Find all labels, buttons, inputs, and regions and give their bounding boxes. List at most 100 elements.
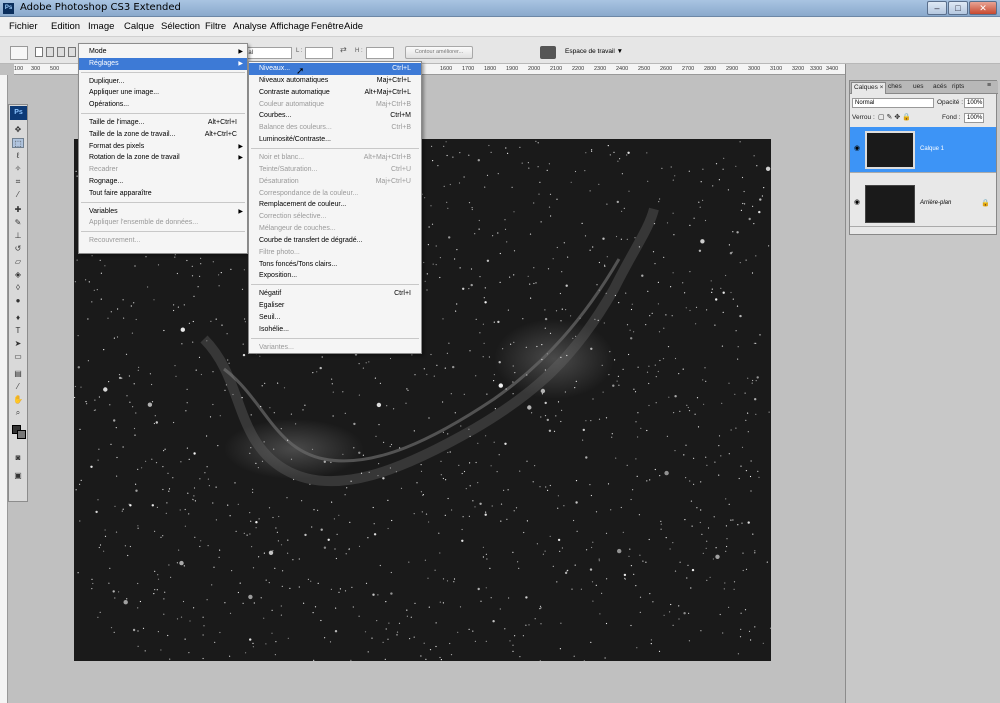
eye-icon[interactable]: ◉ (854, 144, 860, 152)
adjustments-menu-item[interactable]: Courbe de transfert de dégradé... (249, 235, 421, 247)
workspace-icon[interactable] (540, 46, 556, 59)
dodge-tool-icon[interactable]: ● (12, 296, 24, 306)
new-selection-icon[interactable] (35, 47, 43, 57)
layer-row-arriere-plan[interactable]: ◉ Arrière-plan 🔒 (850, 181, 996, 227)
adjustments-menu-item[interactable]: Niveaux... Ctrl+L (249, 63, 421, 75)
ruler-tick: 2200 (572, 66, 585, 72)
eye-icon[interactable]: ◉ (854, 198, 860, 206)
crop-tool-icon[interactable]: ⌗ (12, 177, 24, 187)
menu-edition[interactable]: Edition (51, 21, 80, 32)
pen-tool-icon[interactable]: ♦ (12, 313, 24, 323)
style-select[interactable]: nal (242, 47, 292, 59)
tab-scripts[interactable]: ripts (952, 83, 964, 90)
eyedropper-icon[interactable]: ⁄ (12, 190, 24, 200)
image-menu-item[interactable]: Appliquer une image... (79, 87, 247, 99)
adjustments-menu-item[interactable]: Luminosité/Contraste... (249, 134, 421, 146)
workspace-menu[interactable]: Espace de travail ▼ (565, 48, 623, 55)
history-brush-icon[interactable]: ↺ (12, 244, 24, 254)
tab-traces[interactable]: acés (933, 83, 947, 90)
magic-wand-icon[interactable]: ✧ (12, 164, 24, 174)
image-menu-item[interactable]: Réglages ▶ (79, 57, 247, 70)
image-menu-item[interactable]: Dupliquer... (79, 76, 247, 88)
layer-thumbnail (865, 185, 915, 223)
ruler-tick: 3200 (792, 66, 805, 72)
move-tool-icon[interactable]: ✥ (12, 125, 24, 135)
adjustments-menu-item[interactable]: Négatif Ctrl+I (249, 288, 421, 300)
menu-image[interactable]: Image (88, 21, 114, 32)
adjustments-menu-item-label: Correction sélective... (259, 213, 327, 221)
image-menu-item[interactable]: Rognage... (79, 176, 247, 188)
adjustments-menu-item[interactable]: Isohélie... (249, 324, 421, 336)
blur-tool-icon[interactable]: ◊ (12, 283, 24, 293)
eyedropper-2-icon[interactable]: ⁄ (12, 382, 24, 392)
blend-mode-select[interactable]: Normal (852, 98, 934, 108)
subtract-selection-icon[interactable] (57, 47, 65, 57)
paint-bucket-icon[interactable]: ◈ (12, 270, 24, 280)
quick-mask-icon[interactable]: ◙ (12, 453, 24, 463)
shape-tool-icon[interactable]: ▭ (12, 352, 24, 362)
refine-edge-button[interactable]: Contour améliorer... (405, 46, 473, 59)
menu-fichier[interactable]: Fichier (9, 21, 38, 32)
image-menu-item[interactable]: Rotation de la zone de travail ▶ (79, 152, 247, 164)
path-selection-icon[interactable]: ➤ (12, 339, 24, 349)
adjustments-menu-item-shortcut: Maj+Ctrl+B (375, 100, 411, 108)
adjustments-menu-item[interactable]: Contraste automatique Alt+Maj+Ctrl+L (249, 87, 421, 99)
menu-selection[interactable]: Sélection (161, 21, 200, 32)
eraser-tool-icon[interactable]: ▱ (12, 257, 24, 267)
add-selection-icon[interactable] (46, 47, 54, 57)
adjustments-menu-item[interactable]: Niveaux automatiques Maj+Ctrl+L (249, 75, 421, 87)
image-menu-item-label: Rotation de la zone de travail (89, 154, 180, 162)
adjustments-menu-item[interactable]: Egaliser (249, 300, 421, 312)
menu-affichage[interactable]: Affichage (270, 21, 309, 32)
marquee-tool-icon[interactable]: ⬚ (12, 138, 24, 148)
background-color-swatch[interactable] (17, 430, 26, 439)
minimize-button[interactable]: – (927, 1, 947, 15)
adjustments-menu-item[interactable]: Courbes... Ctrl+M (249, 110, 421, 122)
adjustments-menu-item-shortcut: Maj+Ctrl+L (376, 76, 411, 84)
image-menu-item[interactable]: Format des pixels ▶ (79, 141, 247, 153)
menu-filtre[interactable]: Filtre (205, 21, 226, 32)
fill-field[interactable]: 100% (964, 113, 984, 123)
lock-icons[interactable]: ▢ ✎ ✥ 🔒 (878, 113, 911, 121)
swap-icon[interactable]: ⇄ (340, 45, 347, 54)
submenu-arrow-icon: ▶ (238, 155, 243, 162)
image-menu-item[interactable]: Tout faire apparaître (79, 188, 247, 200)
menu-analyse[interactable]: Analyse (233, 21, 267, 32)
image-menu-item-shortcut: Alt+Ctrl+I (207, 119, 237, 126)
brush-tool-icon[interactable]: ✎ (12, 218, 24, 228)
image-menu-item[interactable]: Variables ▶ (79, 206, 247, 218)
tab-channels[interactable]: ches (888, 83, 902, 90)
panel-menu-icon[interactable]: ≡ (987, 82, 991, 89)
layer-row-calque-1[interactable]: ◉ Calque 1 (850, 127, 996, 173)
intersect-selection-icon[interactable] (68, 47, 76, 57)
menu-calque[interactable]: Calque (124, 21, 154, 32)
opacity-field[interactable]: 100% (964, 98, 984, 108)
adjustments-menu-item[interactable]: Tons foncés/Tons clairs... (249, 259, 421, 271)
maximize-button[interactable]: □ (948, 1, 968, 15)
height-field[interactable] (366, 47, 394, 59)
close-button[interactable]: ✕ (969, 1, 997, 15)
image-menu-item[interactable]: Mode ▶ (79, 46, 247, 58)
width-field[interactable] (305, 47, 333, 59)
healing-brush-icon[interactable]: ✚ (12, 205, 24, 215)
adjustments-menu-item-label: Teinte/Saturation... (259, 165, 318, 173)
image-menu-item[interactable]: Taille de l'image... Alt+Ctrl+I (79, 117, 247, 129)
adjustments-menu-item[interactable]: Remplacement de couleur... (249, 199, 421, 211)
notes-tool-icon[interactable]: ▤ (12, 369, 24, 379)
menu-aide[interactable]: Aide (344, 21, 363, 32)
adjustments-menu-item[interactable]: Seuil... (249, 312, 421, 324)
tab-layers[interactable]: Calques × (851, 82, 887, 94)
hand-tool-icon[interactable]: ✋ (12, 395, 24, 405)
image-menu-item[interactable]: Opérations... (79, 99, 247, 111)
type-tool-icon[interactable]: T (12, 326, 24, 336)
menu-fenetre[interactable]: Fenêtre (311, 21, 344, 32)
zoom-tool-icon[interactable]: ⌕ (12, 408, 24, 418)
lasso-tool-icon[interactable]: ℓ (12, 151, 24, 161)
screen-mode-icon[interactable]: ▣ (12, 471, 24, 481)
image-menu-item[interactable]: Taille de la zone de travail... Alt+Ctrl+… (79, 129, 247, 141)
tab-paths[interactable]: ues (913, 83, 923, 90)
adjustments-menu-item[interactable]: Exposition... (249, 270, 421, 282)
marquee-preset-icon[interactable] (10, 46, 28, 60)
clone-stamp-icon[interactable]: ⊥ (12, 231, 24, 241)
image-menu-item-label: Rognage... (89, 178, 124, 185)
